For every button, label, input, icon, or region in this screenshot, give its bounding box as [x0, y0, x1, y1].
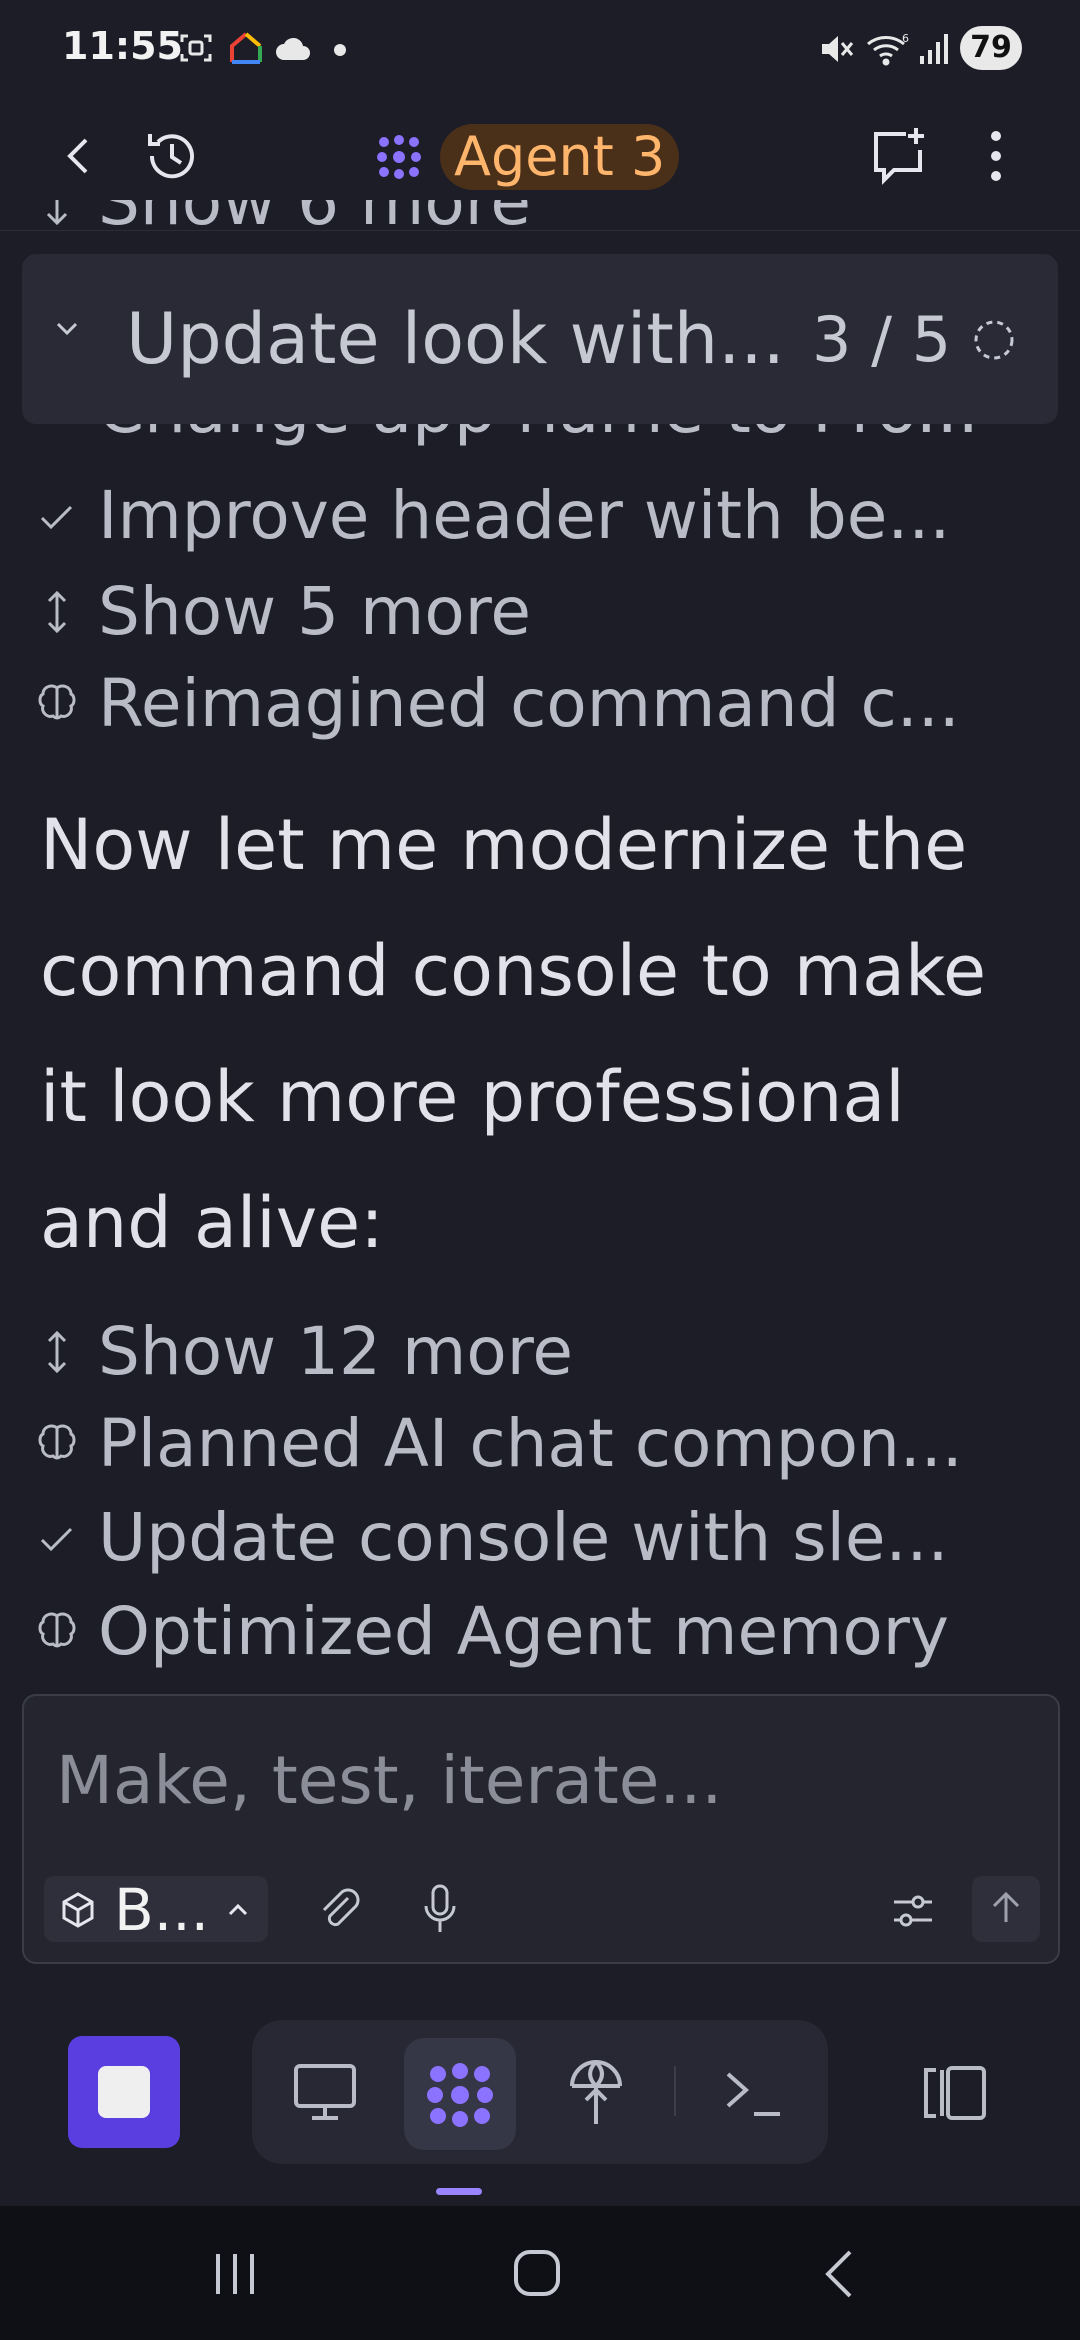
brain-icon: [36, 1592, 78, 1672]
arrow-up-icon: [986, 1888, 1026, 1928]
task-progress-card[interactable]: Update look with... 3 / 5: [22, 254, 1058, 424]
agent-icon: [424, 2060, 496, 2130]
shell-icon[interactable]: [724, 2066, 784, 2122]
list-item-label: Show 6 more: [98, 200, 531, 230]
list-item[interactable]: Improve header with be...: [36, 476, 1046, 556]
recents-icon[interactable]: [212, 2252, 258, 2296]
task-progress: 3 / 5: [812, 303, 952, 376]
check-icon: [36, 1498, 78, 1578]
list-item[interactable]: Show 5 more: [36, 572, 1046, 652]
history-icon[interactable]: [140, 124, 204, 188]
list-item[interactable]: Update console with sle...: [36, 1498, 1046, 1578]
list-item-label: Show 5 more: [98, 573, 531, 650]
model-selector[interactable]: B...: [44, 1876, 268, 1942]
status-bar: 11:55 6 79: [0, 0, 1080, 100]
agent-logo-icon: [374, 132, 424, 182]
google-home-icon: [228, 30, 264, 66]
expand-icon: [36, 200, 78, 230]
wifi-6-icon: 6: [866, 30, 910, 68]
cloud-icon: [274, 34, 312, 62]
loading-spinner-icon: [972, 318, 1016, 362]
prompt-input[interactable]: [54, 1734, 1018, 1826]
list-item-label: Optimized Agent memory: [98, 1593, 949, 1670]
task-title: Update look with...: [126, 298, 785, 380]
microphone-icon[interactable]: [418, 1882, 462, 1936]
brain-icon: [36, 664, 78, 744]
list-item-label: Improve header with be...: [98, 477, 951, 554]
brain-icon: [36, 1404, 78, 1484]
more-vert-icon[interactable]: [984, 124, 1008, 188]
list-item-label: Show 12 more: [98, 1313, 573, 1390]
assistant-message: Now let me modernize the command console…: [40, 804, 987, 1264]
active-tab-indicator: [436, 2188, 482, 2195]
composer: B...: [22, 1694, 1060, 1964]
expand-icon: [36, 1312, 78, 1392]
mute-icon: [818, 30, 856, 68]
home-icon[interactable]: [512, 2248, 562, 2298]
list-item-clipped[interactable]: Show 6 more: [36, 200, 1036, 230]
toolbar-divider: [674, 2066, 676, 2116]
stop-button[interactable]: [68, 2036, 180, 2148]
agent-name-pill[interactable]: Agent 3: [440, 124, 680, 190]
new-chat-icon[interactable]: [866, 124, 930, 188]
settings-sliders-icon[interactable]: [890, 1888, 936, 1934]
preview-icon[interactable]: [292, 2062, 358, 2122]
cube-icon: [58, 1890, 98, 1930]
list-item[interactable]: Optimized Agent memory: [36, 1592, 1046, 1672]
send-button[interactable]: [972, 1876, 1040, 1942]
list-item-label: Change app name to Pro...: [98, 424, 979, 450]
svg-text:6: 6: [902, 32, 909, 45]
dot-icon: [334, 44, 346, 56]
list-item-clipped[interactable]: Change app name to Pro...: [36, 424, 1046, 450]
deploy-icon[interactable]: [566, 2056, 626, 2128]
attach-icon[interactable]: [314, 1884, 364, 1934]
status-time: 11:55: [62, 24, 183, 68]
screenshot-icon: [178, 30, 214, 66]
list-item-label: Reimagined command c...: [98, 665, 960, 742]
signal-icon: [918, 32, 952, 66]
check-icon: [36, 476, 78, 556]
back-nav-icon[interactable]: [820, 2248, 856, 2300]
system-nav-bar: [0, 2206, 1080, 2340]
model-label: B...: [114, 1876, 210, 1944]
chevron-up-icon: [224, 1896, 252, 1924]
expand-icon: [36, 572, 78, 652]
back-icon[interactable]: [58, 128, 102, 184]
battery-level: 79: [960, 26, 1022, 70]
layout-toggle-icon[interactable]: [922, 2062, 990, 2124]
list-item[interactable]: Show 12 more: [36, 1312, 1046, 1392]
stop-icon: [98, 2066, 150, 2118]
chevron-down-icon[interactable]: [52, 314, 82, 344]
list-item-label: Planned AI chat compon...: [98, 1405, 963, 1482]
list-item[interactable]: Planned AI chat compon...: [36, 1404, 1056, 1484]
list-item[interactable]: Reimagined command c...: [36, 664, 1046, 744]
list-item-label: Update console with sle...: [98, 1499, 949, 1576]
